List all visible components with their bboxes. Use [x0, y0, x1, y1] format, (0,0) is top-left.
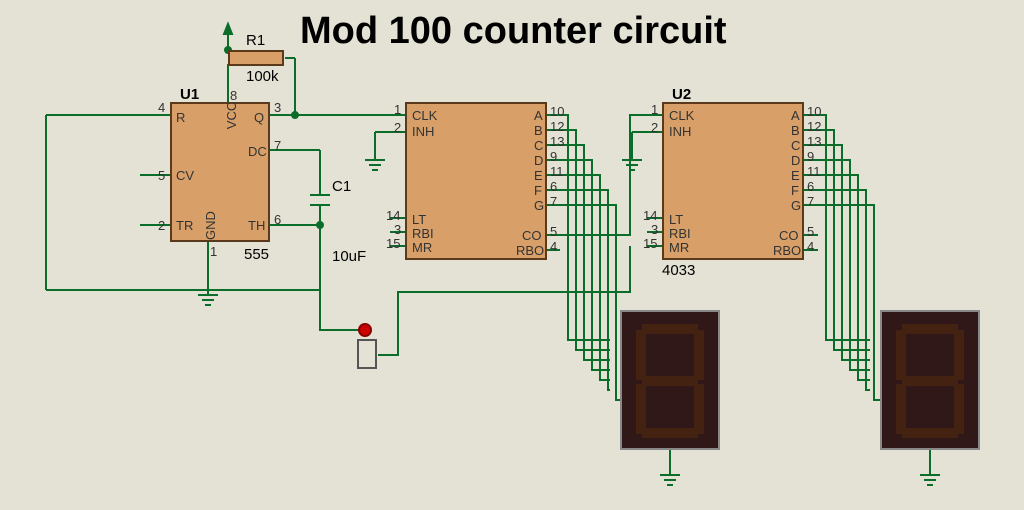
pin-num: 8	[230, 88, 237, 103]
pin-num: 4	[550, 239, 557, 254]
pin-name: CO	[522, 228, 542, 243]
pin-num: 9	[550, 149, 557, 164]
pin-num: 1	[210, 244, 217, 259]
pin-name: RBO	[773, 243, 801, 258]
r1-ref: R1	[246, 32, 265, 49]
pin-name: D	[534, 153, 543, 168]
pin-name: LT	[669, 212, 683, 227]
u1-type: 555	[244, 246, 269, 263]
r1-value: 100k	[246, 68, 279, 85]
pin-name: CV	[176, 168, 194, 183]
c1-value: 10uF	[332, 248, 366, 265]
pin-num: 11	[550, 164, 564, 179]
pin-name: C	[534, 138, 543, 153]
pin-name: RBO	[516, 243, 544, 258]
pin-name: CLK	[669, 108, 694, 123]
pin-num: 3	[274, 100, 281, 115]
pin-num: 15	[643, 236, 657, 251]
pin-name: E	[534, 168, 543, 183]
pin-num: 3	[394, 222, 401, 237]
pin-name: INH	[412, 124, 434, 139]
pin-name: A	[534, 108, 543, 123]
pin-name: E	[791, 168, 800, 183]
pin-num: 7	[274, 138, 281, 153]
pin-num: 10	[550, 104, 564, 119]
seven-segment-display-2	[880, 310, 980, 450]
resistor-r1	[228, 50, 284, 66]
pin-num: 4	[158, 100, 165, 115]
pin-num: 2	[394, 120, 401, 135]
pin-name: A	[791, 108, 800, 123]
pin-name: G	[791, 198, 801, 213]
pin-num: 6	[274, 212, 281, 227]
pin-name: F	[534, 183, 542, 198]
pin-name: DC	[248, 144, 267, 159]
pin-name: TR	[176, 218, 193, 233]
pin-name: LT	[412, 212, 426, 227]
pin-name: RBI	[669, 226, 691, 241]
pin-num: 1	[394, 102, 401, 117]
pin-num: 13	[807, 134, 821, 149]
pin-name: Q	[254, 110, 264, 125]
pin-name: CO	[779, 228, 799, 243]
pin-num: 5	[158, 168, 165, 183]
pin-num: 11	[807, 164, 821, 179]
pin-name: F	[791, 183, 799, 198]
pin-num: 6	[550, 179, 557, 194]
pin-name: GND	[203, 211, 218, 240]
pin-name: B	[791, 123, 800, 138]
pin-num: 5	[807, 224, 814, 239]
pin-name: TH	[248, 218, 265, 233]
u1-ref: U1	[180, 86, 199, 103]
pin-num: 13	[550, 134, 564, 149]
pin-name: CLK	[412, 108, 437, 123]
pin-num: 9	[807, 149, 814, 164]
pin-num: 12	[807, 119, 821, 134]
pin-num: 7	[807, 194, 814, 209]
pin-num: 2	[158, 218, 165, 233]
pin-name: RBI	[412, 226, 434, 241]
pin-num: 12	[550, 119, 564, 134]
pin-num: 5	[550, 224, 557, 239]
u2-ref: U2	[672, 86, 691, 103]
pin-num: 14	[386, 208, 400, 223]
pin-num: 2	[651, 120, 658, 135]
pin-num: 1	[651, 102, 658, 117]
pin-num: 14	[643, 208, 657, 223]
pin-num: 7	[550, 194, 557, 209]
pin-name: C	[791, 138, 800, 153]
pin-name: MR	[669, 240, 689, 255]
pin-name: G	[534, 198, 544, 213]
seven-segment-display-1	[620, 310, 720, 450]
pin-num: 4	[807, 239, 814, 254]
pin-name: MR	[412, 240, 432, 255]
pin-num: 15	[386, 236, 400, 251]
pin-name: INH	[669, 124, 691, 139]
pin-name: VCC	[224, 102, 239, 129]
pin-num: 10	[807, 104, 821, 119]
pin-name: B	[534, 123, 543, 138]
pin-name: R	[176, 110, 185, 125]
pin-num: 6	[807, 179, 814, 194]
pin-name: D	[791, 153, 800, 168]
pin-num: 3	[651, 222, 658, 237]
u2-type: 4033	[662, 262, 695, 279]
c1-ref: C1	[332, 178, 351, 195]
